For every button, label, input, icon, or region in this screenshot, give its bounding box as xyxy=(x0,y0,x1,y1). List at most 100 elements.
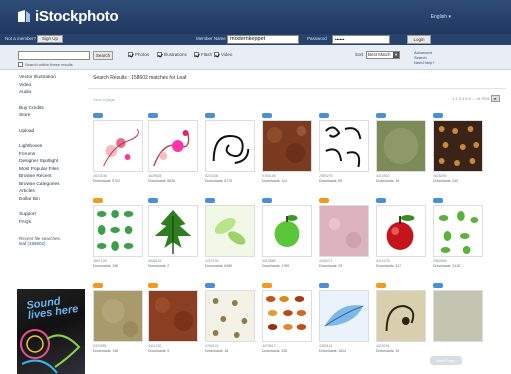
advanced-search-link[interactable]: Advanced Search Need help? xyxy=(414,50,444,65)
signup-button[interactable]: Sign Up xyxy=(37,35,64,43)
result-thumbnail[interactable] xyxy=(376,205,426,257)
sort-value: Best Match xyxy=(368,52,391,57)
file-id-link[interactable]: 4320981 xyxy=(93,344,107,348)
istock-logo[interactable]: iStockphoto xyxy=(16,6,119,26)
result-thumbnail[interactable] xyxy=(376,120,426,172)
filter-illustrations[interactable]: Illustrations xyxy=(157,52,187,57)
advanced-search-label[interactable]: Advanced Search xyxy=(414,50,444,60)
sidebar-item-browse-recent[interactable]: Browse Recent xyxy=(19,173,81,181)
file-id-link[interactable]: 2959276 xyxy=(319,174,333,178)
password-label: Password xyxy=(307,36,327,41)
sidebar-item-dollar-bin[interactable]: Dollar Bin xyxy=(19,196,81,204)
file-id-link[interactable]: 4405471 xyxy=(319,259,333,263)
result-thumbnail[interactable] xyxy=(205,120,255,172)
download-count: Downloads: 1624 xyxy=(319,349,347,353)
filter-flash[interactable]: Flash xyxy=(194,52,212,57)
file-type-badge xyxy=(148,198,158,203)
file-id-link[interactable]: 4523108 xyxy=(93,174,107,178)
file-id-link[interactable]: 4628290 xyxy=(433,174,447,178)
flash-checkbox[interactable] xyxy=(194,52,199,57)
file-id-link[interactable]: 4475617 xyxy=(262,344,276,348)
filter-photos[interactable]: Photos xyxy=(128,52,149,57)
file-type-badge xyxy=(433,283,443,288)
sidebar-item-articles[interactable]: Articles xyxy=(19,188,81,196)
sound-ad-banner[interactable]: Sound lives here xyxy=(17,289,85,374)
file-id-link[interactable]: 4415291 xyxy=(376,344,390,348)
result-thumbnail[interactable] xyxy=(148,120,198,172)
result-thumbnail[interactable] xyxy=(319,205,369,257)
file-type-badge xyxy=(319,283,329,288)
search-input[interactable] xyxy=(18,51,90,60)
result-thumbnail[interactable] xyxy=(93,290,143,342)
login-button[interactable]: Login xyxy=(407,35,431,44)
next-page-button[interactable]: Next Page xyxy=(430,356,462,365)
result-thumbnail[interactable] xyxy=(148,205,198,257)
file-id-link[interactable]: 4638115 xyxy=(148,259,161,263)
result-thumbnail[interactable] xyxy=(433,120,483,172)
help-link[interactable]: Need help? xyxy=(414,60,444,65)
pager[interactable]: 1 2 3 4 5 6 ... of 7931 xyxy=(452,96,490,101)
result-thumbnail[interactable] xyxy=(319,120,369,172)
result-thumbnail[interactable] xyxy=(433,290,483,342)
sidebar-item-forums[interactable]: Forums xyxy=(19,151,81,159)
file-type-badge xyxy=(433,113,443,118)
file-id-link[interactable]: 4362666 xyxy=(433,259,447,263)
video-checkbox[interactable] xyxy=(214,52,219,57)
file-id-link[interactable]: 4766124 xyxy=(205,344,219,348)
recent-search-link[interactable]: leaf (158602) xyxy=(19,241,81,246)
result-thumbnail[interactable] xyxy=(93,205,143,257)
sidebar-item-video[interactable]: Video xyxy=(19,82,81,90)
file-type-badge xyxy=(319,113,329,118)
file-id-link[interactable]: 4629828 xyxy=(148,174,162,178)
language-selector[interactable]: English ▾ xyxy=(431,14,451,20)
illustrations-checkbox[interactable] xyxy=(157,52,162,57)
result-thumbnail[interactable] xyxy=(262,205,312,257)
pager-next-button[interactable]: ▸ xyxy=(491,95,500,102)
file-id-link[interactable]: 5221166 xyxy=(205,174,218,178)
result-thumbnail[interactable] xyxy=(262,290,312,342)
file-id-link[interactable]: 4412478 xyxy=(376,259,390,263)
file-id-link[interactable]: 4414520 xyxy=(376,174,390,178)
result-thumbnail[interactable] xyxy=(205,290,255,342)
result-thumbnail[interactable] xyxy=(433,205,483,257)
result-thumbnail[interactable] xyxy=(148,290,198,342)
download-count: Downloads: 2 xyxy=(148,264,170,268)
sidebar-item-faqs[interactable]: FAQs xyxy=(19,219,81,227)
filter-label: Photos xyxy=(135,52,150,57)
sidebar-item-most-popular[interactable]: Most Popular Files xyxy=(19,166,81,174)
within-checkbox[interactable] xyxy=(18,62,23,67)
filter-video[interactable]: Video xyxy=(214,52,232,57)
file-id-link[interactable]: 9784106 xyxy=(262,174,276,178)
sidebar-item-audio[interactable]: Audio xyxy=(19,89,81,97)
result-thumbnail[interactable] xyxy=(93,120,143,172)
sidebar-item-buy-credits[interactable]: Buy Credits xyxy=(19,105,81,113)
file-id-link[interactable]: 4597128 xyxy=(93,259,107,263)
download-count: Downloads: 240 xyxy=(433,179,459,183)
result-thumbnail[interactable] xyxy=(319,290,369,342)
results-title: Search Results : 158602 matches for Leaf xyxy=(93,75,187,81)
download-count: Downloads: 65 xyxy=(319,179,343,183)
file-id-link[interactable]: 4411220 xyxy=(148,344,161,348)
file-id-link[interactable]: 4767193 xyxy=(205,259,219,263)
sidebar-item-vector[interactable]: Vector Illustration xyxy=(19,74,81,82)
sort-select[interactable]: Best Match ▾ xyxy=(366,51,400,59)
sidebar-item-upload[interactable]: Upload xyxy=(19,128,81,136)
result-thumbnail[interactable] xyxy=(262,120,312,172)
member-name-field[interactable]: modernkeppet xyxy=(227,35,299,44)
file-id-link[interactable]: 4383114 xyxy=(319,344,332,348)
sidebar-item-lightboxes[interactable]: Lightboxes xyxy=(19,143,81,151)
password-field[interactable]: •••••• xyxy=(332,35,390,44)
result-thumbnail[interactable] xyxy=(376,290,426,342)
result-thumbnail[interactable] xyxy=(205,205,255,257)
sidebar-item-support[interactable]: Support xyxy=(19,211,81,219)
photos-checkbox[interactable] xyxy=(128,52,133,57)
member-name-label: Member Name xyxy=(196,36,226,41)
file-type-badge xyxy=(93,113,103,118)
sidebar-item-store[interactable]: Store xyxy=(19,112,81,120)
search-button[interactable]: Search xyxy=(93,51,113,60)
file-id-link[interactable]: 4412888 xyxy=(262,259,276,263)
download-count: Downloads: 18 xyxy=(205,349,229,353)
sidebar-item-browse-categories[interactable]: Browse Categories xyxy=(19,181,81,189)
search-within-results[interactable]: Search within these results xyxy=(18,62,73,67)
sidebar-item-designer-spotlight[interactable]: Designer Spotlight xyxy=(19,158,81,166)
